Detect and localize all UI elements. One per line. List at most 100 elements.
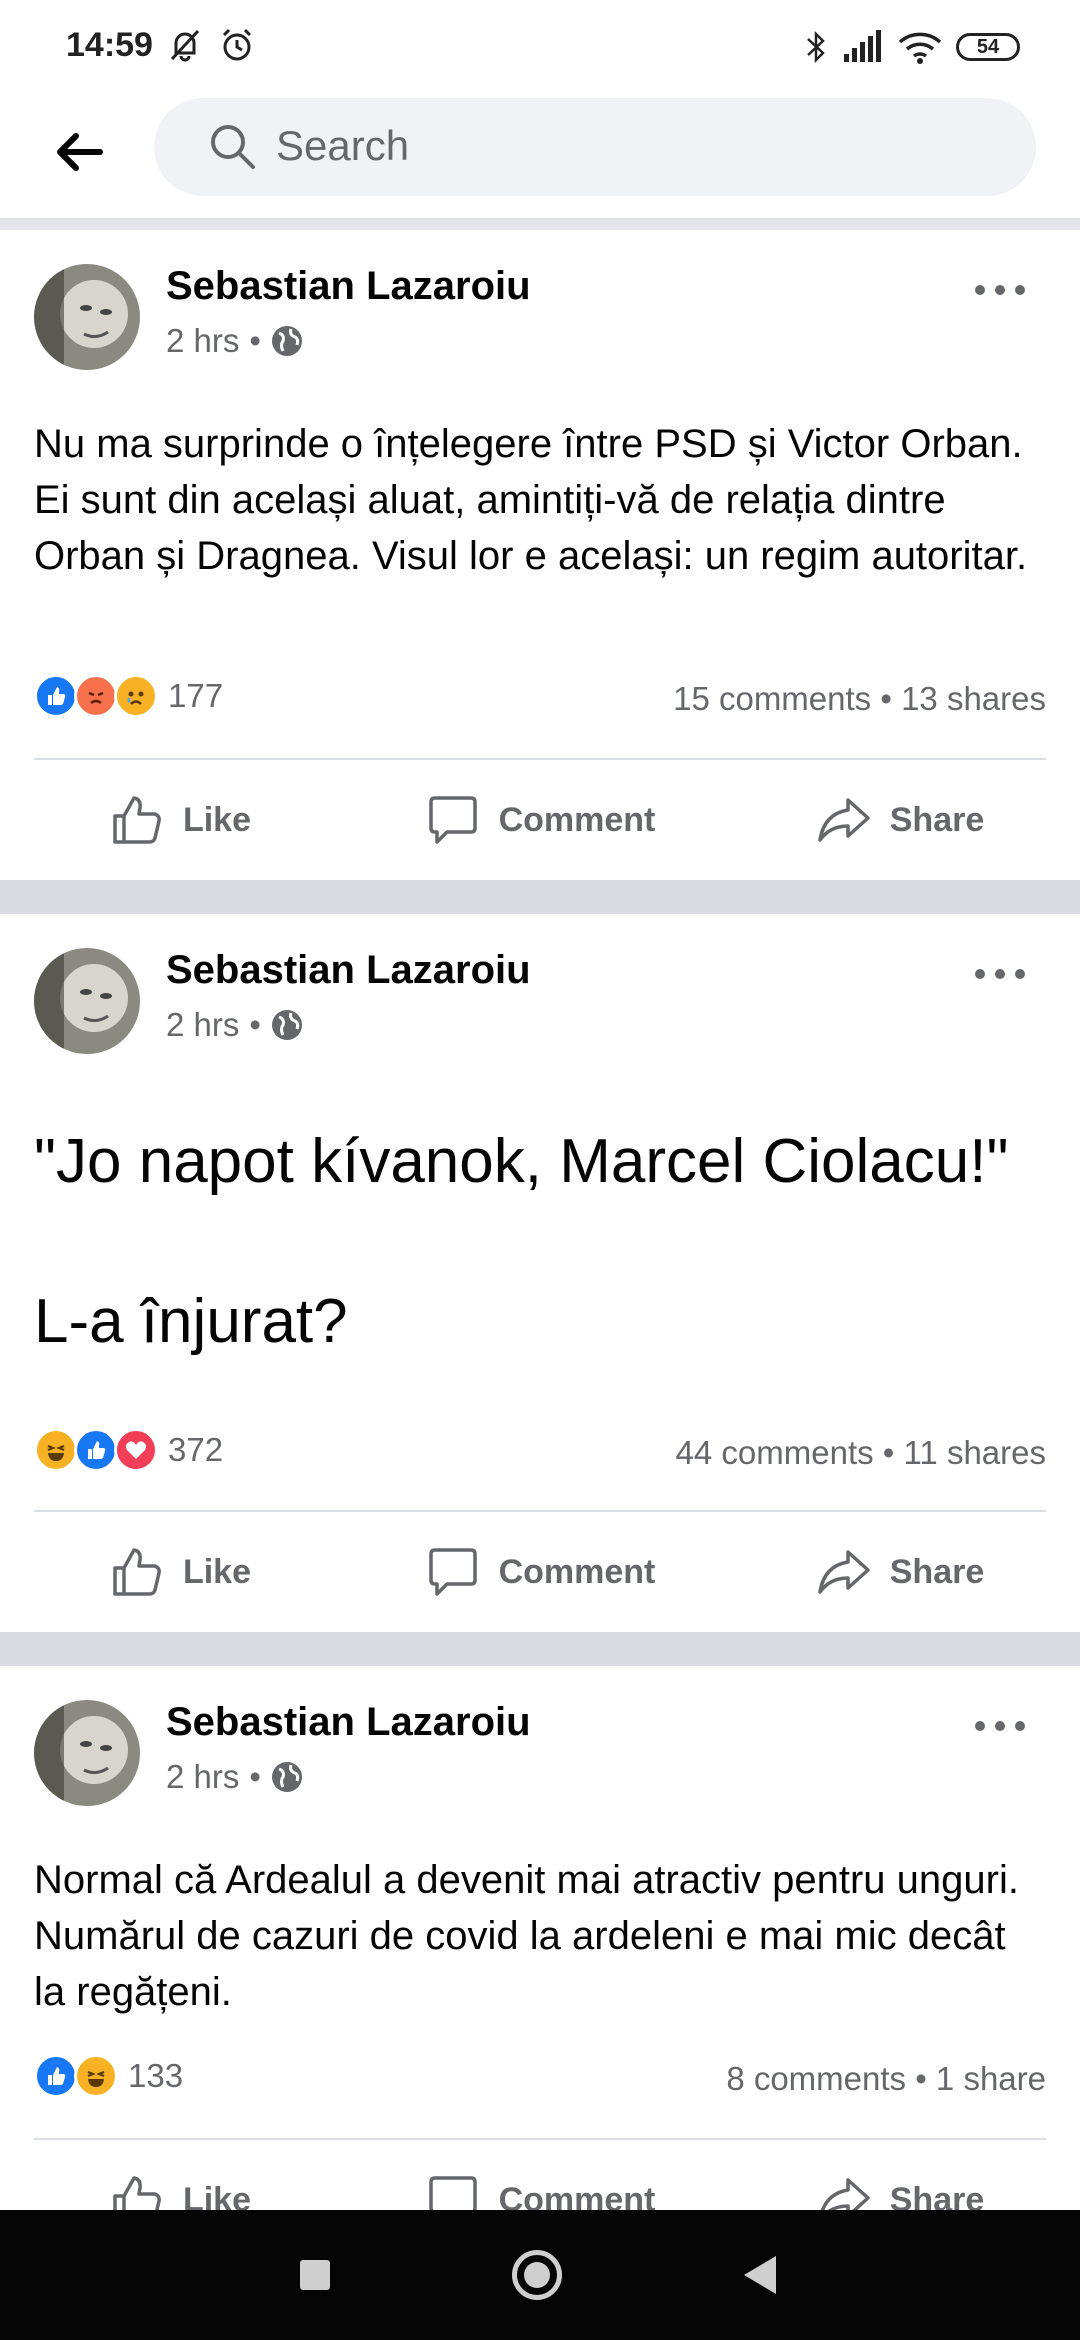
post-stats[interactable]: 15 comments • 13 shares	[673, 680, 1046, 718]
more-horizontal-icon[interactable]	[970, 280, 1030, 300]
post-actions: Like Comment Share	[0, 770, 1080, 870]
post-text: Normal că Ardealul a devenit mai atracti…	[34, 1858, 1019, 2014]
reaction-count: 372	[168, 1431, 224, 1468]
angry-reaction-icon	[74, 674, 118, 718]
feed-gap	[0, 1632, 1080, 1666]
back-triangle-icon[interactable]	[744, 2256, 776, 2294]
status-icons-left	[166, 26, 256, 64]
like-reaction-icon	[74, 1428, 118, 1472]
share-button[interactable]: Share	[720, 2150, 1080, 2210]
post-author[interactable]: Sebastian Lazaroiu	[166, 948, 531, 993]
post-text: Nu ma surprinde o înțelegere între PSD ș…	[34, 422, 1028, 578]
love-reaction-icon	[114, 1428, 158, 1472]
avatar[interactable]	[34, 1700, 140, 1806]
action-separator	[34, 1510, 1046, 1512]
system-nav-bar	[0, 2210, 1080, 2340]
share-arrow-icon	[818, 798, 870, 842]
share-button[interactable]: Share	[720, 770, 1080, 870]
haha-reaction-icon	[34, 1428, 78, 1472]
share-arrow-icon	[820, 2178, 870, 2210]
home-icon[interactable]	[512, 2250, 562, 2300]
post-actions: Like Comment Share	[0, 1522, 1080, 1622]
action-separator	[34, 2138, 1046, 2140]
post-text-line2: L-a înjurat?	[34, 1287, 348, 1356]
avatar[interactable]	[34, 948, 140, 1054]
battery-indicator: 54	[956, 33, 1020, 61]
thumbs-up-icon	[113, 796, 161, 844]
feed-divider	[0, 220, 1080, 230]
share-label: Share	[889, 1552, 985, 1591]
like-button[interactable]: Like	[0, 1522, 360, 1622]
like-label: Like	[182, 800, 252, 839]
avatar-image	[34, 264, 140, 370]
post-stats[interactable]: 8 comments • 1 share	[726, 2060, 1046, 2098]
like-reaction-icon	[34, 2054, 78, 2098]
meta-dot: •	[249, 1006, 261, 1043]
post-meta: 2 hrs •	[166, 1006, 303, 1044]
reaction-count: 177	[168, 677, 224, 714]
post-card: Sebastian Lazaroiu 2 hrs • Normal că Ard…	[0, 1666, 1080, 2210]
like-button[interactable]: Like	[0, 2150, 360, 2210]
comment-label: Comment	[498, 1552, 656, 1591]
arrow-left-icon[interactable]	[50, 122, 110, 182]
meta-dot: •	[249, 1758, 261, 1795]
reaction-count: 133	[128, 2057, 184, 2094]
speech-bubble-icon	[428, 796, 477, 844]
like-label: Like	[182, 1552, 252, 1591]
post-card: Sebastian Lazaroiu 2 hrs • "Jo napot kív…	[0, 914, 1080, 1630]
feed-gap	[0, 880, 1080, 914]
share-button[interactable]: Share	[720, 1522, 1080, 1622]
signal-icon	[844, 30, 881, 62]
meta-dot: •	[249, 322, 261, 359]
post-author[interactable]: Sebastian Lazaroiu	[166, 1700, 531, 1745]
bluetooth-icon	[807, 30, 825, 64]
post-card: Sebastian Lazaroiu 2 hrs • Nu ma surprin…	[0, 230, 1080, 880]
post-stats[interactable]: 44 comments • 11 shares	[676, 1434, 1046, 1472]
avatar-image	[34, 1700, 140, 1806]
status-icons-right: 54	[804, 28, 1020, 66]
post-time[interactable]: 2 hrs	[166, 1758, 239, 1796]
comment-label: Comment	[498, 800, 656, 839]
reactions-summary[interactable]: 372	[34, 1428, 223, 1472]
avatar-image	[34, 948, 140, 1054]
more-horizontal-icon[interactable]	[970, 1716, 1030, 1736]
post-time[interactable]: 2 hrs	[166, 322, 239, 360]
like-label: Like	[182, 2180, 252, 2211]
thumbs-up-icon	[113, 1548, 161, 1596]
status-time: 14:59	[66, 26, 153, 64]
status-bar: 14:59 54	[0, 0, 1080, 90]
alarm-icon	[222, 28, 252, 61]
reactions-summary[interactable]: 177	[34, 674, 223, 718]
globe-icon	[271, 1010, 302, 1040]
reactions-summary[interactable]: 133	[34, 2054, 183, 2098]
post-text-line1: "Jo napot kívanok, Marcel Ciolacu!"	[34, 1127, 1009, 1196]
post-meta: 2 hrs •	[166, 1758, 303, 1796]
comment-label: Comment	[498, 2180, 656, 2211]
comment-button[interactable]: Comment	[360, 2150, 720, 2210]
avatar[interactable]	[34, 264, 140, 370]
speech-bubble-icon	[428, 1548, 477, 1596]
comment-button[interactable]: Comment	[360, 1522, 720, 1622]
haha-reaction-icon	[74, 2054, 118, 2098]
post-actions: Like Comment Share	[0, 2150, 1080, 2210]
share-label: Share	[889, 2180, 985, 2211]
comment-button[interactable]: Comment	[360, 770, 720, 870]
share-arrow-icon	[818, 1550, 870, 1594]
share-label: Share	[889, 800, 985, 839]
search-icon	[211, 125, 255, 169]
like-button[interactable]: Like	[0, 770, 360, 870]
more-horizontal-icon[interactable]	[970, 964, 1030, 984]
post-author[interactable]: Sebastian Lazaroiu	[166, 264, 531, 309]
search-input[interactable]: Search	[154, 98, 1036, 196]
globe-icon	[271, 326, 302, 356]
recents-icon[interactable]	[300, 2260, 330, 2290]
search-placeholder: Search	[276, 122, 410, 169]
thumbs-up-icon	[113, 2176, 161, 2210]
speech-bubble-icon	[428, 2176, 477, 2210]
post-meta: 2 hrs •	[166, 322, 303, 360]
globe-icon	[271, 1762, 302, 1792]
mute-bell-icon	[170, 29, 200, 62]
post-time[interactable]: 2 hrs	[166, 1006, 239, 1044]
wifi-icon	[898, 32, 942, 64]
action-separator	[34, 758, 1046, 760]
